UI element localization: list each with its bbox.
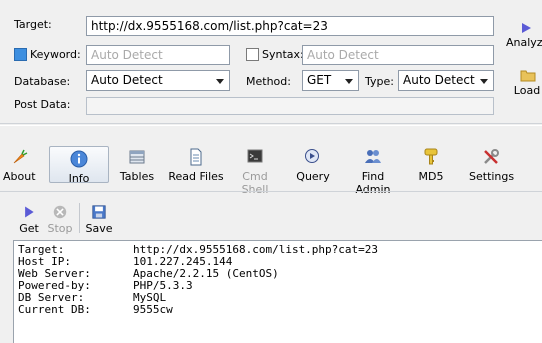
get-button[interactable]: Get — [17, 205, 41, 235]
stop-label: Stop — [47, 222, 73, 235]
tab-tables[interactable]: Tables — [117, 148, 157, 183]
query-icon — [305, 149, 319, 163]
postdata-input[interactable] — [86, 97, 494, 115]
database-label: Database: — [14, 75, 71, 88]
tab-query[interactable]: Query — [294, 148, 332, 183]
target-input[interactable]: http://dx.9555168.com/list.php?cat=23 — [86, 16, 494, 36]
syntax-label: Syntax: — [262, 48, 304, 61]
tab-label: MD5 — [418, 170, 444, 183]
divider — [0, 191, 542, 192]
tab-md5[interactable]: MD5 — [416, 148, 446, 183]
tab-about[interactable]: About — [3, 148, 36, 183]
tab-find-admin[interactable]: Find Admin — [344, 148, 402, 196]
analyze-button[interactable]: Analyze — [506, 18, 542, 50]
syntax-input[interactable]: Auto Detect — [302, 45, 494, 65]
type-label: Type: — [365, 75, 394, 88]
key-icon — [424, 148, 438, 165]
tab-label: Query — [296, 170, 330, 183]
console-icon — [247, 149, 263, 163]
tab-label: Read Files — [168, 170, 224, 183]
type-select[interactable]: Auto Detect — [398, 70, 494, 91]
tab-label: Find Admin — [355, 170, 391, 196]
results-panel[interactable]: Target: http://dx.9555168.com/list.php?ca… — [13, 240, 542, 343]
play-icon — [25, 206, 34, 218]
postdata-label: Post Data: — [14, 98, 71, 111]
users-icon — [365, 150, 381, 163]
get-label: Get — [19, 222, 39, 235]
database-select[interactable]: Auto Detect — [86, 70, 230, 91]
divider — [0, 123, 542, 124]
save-button[interactable]: Save — [85, 205, 113, 235]
keyword-checkbox[interactable] — [14, 48, 27, 61]
chevron-down-icon — [480, 79, 488, 84]
type-value: Auto Detect — [403, 73, 475, 87]
play-icon — [522, 23, 531, 33]
divider — [0, 125, 542, 126]
result-row: Web Server: Apache/2.2.15 (CentOS) — [18, 268, 538, 280]
database-value: Auto Detect — [91, 73, 163, 87]
tab-cmd-shell[interactable]: Cmd Shell — [229, 148, 281, 196]
tab-label: Cmd Shell — [241, 170, 269, 196]
chevron-down-icon — [345, 79, 353, 84]
load-label: Load — [513, 84, 541, 97]
toolbar-divider — [79, 203, 80, 233]
keyword-input[interactable]: Auto Detect — [86, 45, 230, 65]
analyze-label: Analyze — [506, 36, 542, 49]
method-select[interactable]: GET — [302, 70, 359, 91]
target-label: Target: — [14, 18, 52, 31]
file-icon — [190, 148, 202, 166]
tab-label: Settings — [469, 170, 515, 183]
info-icon — [70, 150, 88, 168]
stop-button[interactable]: Stop — [46, 205, 74, 235]
tab-label: Info — [68, 172, 90, 185]
tab-label: About — [3, 170, 36, 183]
save-label: Save — [85, 222, 113, 235]
syntax-checkbox[interactable] — [246, 48, 259, 61]
result-row: DB Server: MySQL — [18, 292, 538, 304]
method-label: Method: — [246, 75, 291, 88]
tab-settings[interactable]: Settings — [469, 148, 515, 183]
chevron-down-icon — [216, 79, 224, 84]
tab-read-files[interactable]: Read Files — [168, 148, 224, 183]
save-icon — [92, 205, 106, 219]
result-key: Current DB: — [18, 303, 91, 316]
table-icon — [129, 150, 145, 164]
tab-info[interactable]: Info — [49, 146, 109, 185]
method-value: GET — [307, 73, 332, 87]
stop-icon — [53, 205, 67, 219]
result-value: 9555cw — [133, 303, 173, 316]
folder-icon — [520, 70, 536, 82]
keyword-label: Keyword: — [30, 48, 81, 61]
tools-icon — [484, 149, 499, 164]
result-row: Current DB: 9555cw — [18, 304, 538, 316]
result-row: Target: http://dx.9555168.com/list.php?ca… — [18, 244, 538, 256]
load-button[interactable]: Load — [512, 68, 542, 98]
carrot-icon — [13, 149, 28, 164]
result-row: Powered-by: PHP/5.3.3 — [18, 280, 538, 292]
tab-label: Tables — [119, 170, 155, 183]
